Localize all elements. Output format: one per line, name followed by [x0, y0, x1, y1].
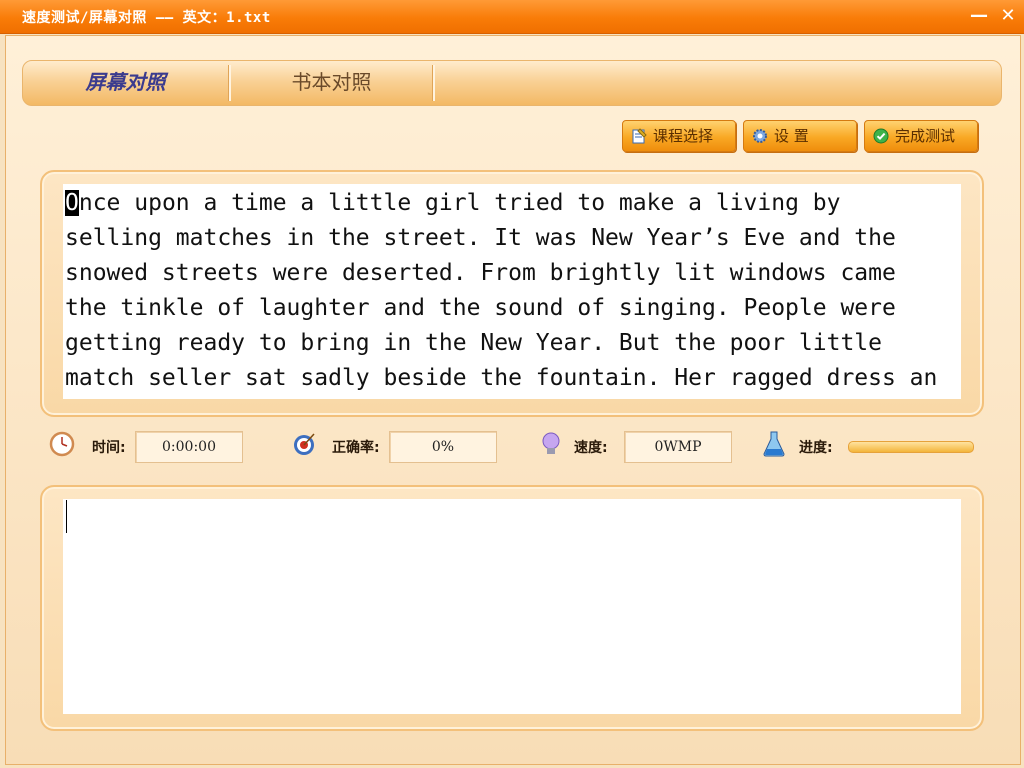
tab-bar: 屏幕对照 书本对照: [22, 60, 1002, 106]
tab-book-compare[interactable]: 书本对照: [229, 61, 434, 105]
reference-line: selling matches in the street. It was Ne…: [65, 225, 896, 251]
tab-divider: [432, 65, 435, 101]
progress-bar: [848, 441, 974, 453]
reference-text-area: Once upon a time a little girl tried to …: [63, 184, 961, 399]
typing-input[interactable]: [63, 499, 961, 714]
finish-test-button[interactable]: 完成测试: [864, 120, 978, 152]
course-select-label: 课程选择: [653, 127, 714, 145]
accuracy-value: 0%: [389, 431, 497, 463]
minimize-button[interactable]: —: [968, 6, 990, 26]
progress-label: 进度:: [799, 440, 833, 456]
accuracy-label: 正确率:: [332, 440, 380, 456]
reference-text: Once upon a time a little girl tried to …: [65, 186, 961, 396]
window-title: 速度测试/屏幕对照 —— 英文：1.txt: [22, 10, 271, 26]
time-label: 时间:: [92, 440, 126, 456]
check-icon: [873, 128, 889, 144]
course-select-button[interactable]: 课程选择: [622, 120, 736, 152]
finish-test-label: 完成测试: [895, 127, 956, 145]
title-bar[interactable]: 速度测试/屏幕对照 —— 英文：1.txt — ✕: [0, 0, 1024, 34]
reference-line: getting ready to bring in the New Year. …: [65, 330, 882, 356]
text-caret: [66, 500, 67, 533]
reference-line: the tinkle of laughter and the sound of …: [65, 295, 896, 321]
reference-line: snowed streets were deserted. From brigh…: [65, 260, 896, 286]
settings-button[interactable]: 设 置: [743, 120, 857, 152]
reference-line: match seller sat sadly beside the founta…: [65, 365, 938, 391]
gear-icon: [753, 129, 767, 143]
settings-label: 设 置: [774, 127, 809, 145]
notebook-icon: [632, 128, 647, 144]
reference-line: nce upon a time a little girl tried to m…: [78, 190, 841, 216]
tab-screen-compare[interactable]: 屏幕对照: [23, 61, 228, 105]
current-char-highlight: O: [65, 190, 79, 216]
speed-value: 0WMP: [624, 431, 732, 463]
time-value: 0:00:00: [135, 431, 243, 463]
flask-icon: [763, 431, 785, 457]
close-button[interactable]: ✕: [997, 6, 1019, 26]
clock-icon: [49, 431, 75, 457]
lightbulb-icon: [542, 432, 560, 454]
target-icon: [294, 433, 315, 455]
speed-label: 速度:: [574, 440, 608, 456]
